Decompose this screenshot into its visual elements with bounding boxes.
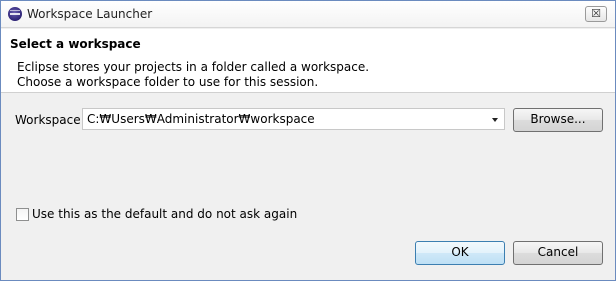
title-bar[interactable]: Workspace Launcher ☒ [1,1,615,28]
close-button[interactable]: ☒ [585,6,607,22]
ok-button[interactable]: OK [415,241,505,265]
browse-button[interactable]: Browse... [513,108,603,132]
default-checkbox-label[interactable]: Use this as the default and do not ask a… [32,207,297,221]
workspace-path-value[interactable]: C:₩Users₩Administrator₩workspace [87,112,315,126]
window-title: Workspace Launcher [27,7,153,21]
workspace-label: Workspace: [15,113,85,127]
dialog-header: Select a workspace Eclipse stores your p… [1,29,615,93]
header-description-line-1: Eclipse stores your projects in a folder… [17,60,370,74]
default-checkbox[interactable] [16,208,29,221]
header-description: Eclipse stores your projects in a folder… [17,60,369,90]
close-icon: ☒ [591,7,601,20]
cancel-button[interactable]: Cancel [513,241,603,265]
workspace-launcher-dialog: Workspace Launcher ☒ Select a workspace … [0,0,616,281]
eclipse-icon [8,7,22,21]
chevron-down-icon[interactable] [492,118,498,122]
workspace-combobox[interactable]: C:₩Users₩Administrator₩workspace [82,108,505,130]
header-title: Select a workspace [10,37,141,51]
header-description-line-2: Choose a workspace folder to use for thi… [17,75,319,89]
